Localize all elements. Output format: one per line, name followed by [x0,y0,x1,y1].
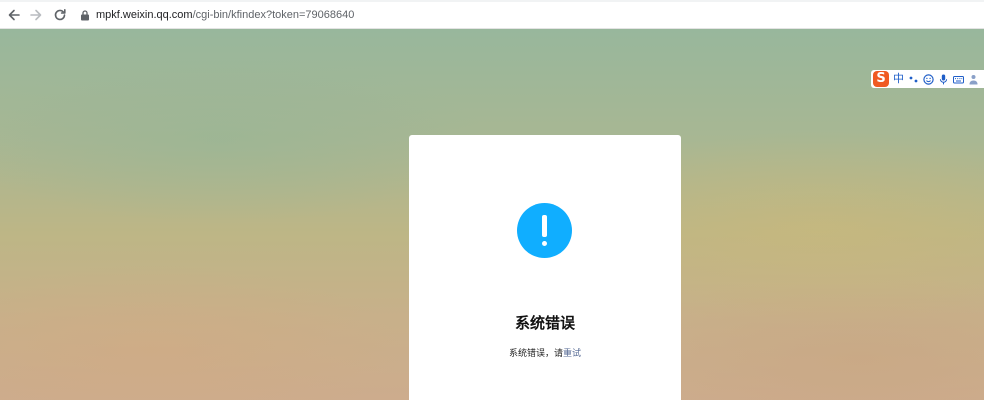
error-card: 系统错误 系统错误，请重试 [409,135,681,400]
keyboard-icon[interactable] [953,74,964,85]
lock-icon[interactable] [80,10,90,21]
exclamation-icon [517,203,572,258]
exclamation-bar [542,215,547,237]
browser-toolbar: mpkf.weixin.qq.com/cgi-bin/kfindex?token… [0,0,984,29]
punctuation-icon[interactable] [908,74,919,85]
back-arrow-icon [8,9,20,21]
url-path: /cgi-bin/kfindex?token=79068640 [192,9,355,21]
retry-link[interactable]: 重试 [563,349,581,359]
url-host: mpkf.weixin.qq.com [96,9,193,21]
microphone-icon[interactable] [938,74,949,85]
skin-icon[interactable] [968,74,979,85]
forward-button[interactable] [27,6,45,24]
error-title: 系统错误 [514,314,575,332]
error-message: 系统错误，请重试 [409,346,681,359]
tab-strip-edge [0,0,984,2]
emoji-icon[interactable] [923,73,934,85]
back-button[interactable] [5,6,23,24]
error-message-text: 系统错误，请 [508,349,563,359]
address-bar[interactable]: mpkf.weixin.qq.com/cgi-bin/kfindex?token… [96,8,354,22]
reload-button[interactable] [51,6,69,24]
ime-mode-toggle[interactable]: 中 [893,72,904,86]
ime-toolbar: S 中 [871,70,984,88]
reload-icon [54,9,66,21]
sogou-logo-icon[interactable]: S [873,71,889,87]
forward-arrow-icon [30,9,42,21]
exclamation-dot [542,241,547,246]
